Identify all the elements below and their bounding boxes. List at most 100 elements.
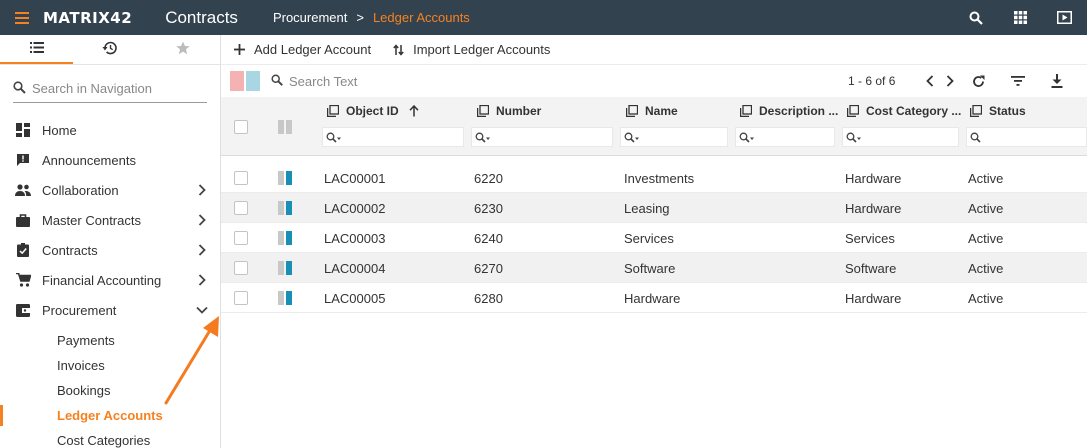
color-filter-red[interactable]: [230, 71, 244, 91]
row-checkbox[interactable]: [234, 231, 248, 245]
cell-name: Services: [624, 231, 674, 246]
chevron-right-icon[interactable]: [195, 243, 209, 257]
cell-object-id: LAC00005: [324, 291, 386, 306]
row-checkbox[interactable]: [234, 201, 248, 215]
row-checkbox[interactable]: [234, 171, 248, 185]
dashboard-icon: [15, 122, 31, 138]
chevron-right-icon[interactable]: [195, 273, 209, 287]
cell-name: Software: [624, 261, 676, 276]
sidebar-subitem-ledger-accounts[interactable]: Ledger Accounts: [0, 403, 220, 428]
list-icon: [29, 41, 44, 56]
filter-object-id[interactable]: [322, 127, 464, 147]
row-checkbox[interactable]: [234, 261, 248, 275]
chevron-down-icon[interactable]: [195, 303, 209, 317]
column-header-status[interactable]: Status: [970, 104, 1026, 118]
briefcase-icon: [15, 212, 31, 228]
table-row[interactable]: LAC00003 6240 Services Services Active: [221, 223, 1087, 253]
pager-text: 1 - 6 of 6: [848, 74, 896, 88]
table-body: LAC00001 6220 Investments Hardware Activ…: [221, 163, 1087, 313]
cell-number: 6240: [474, 231, 503, 246]
column-label: Description ...: [759, 104, 839, 118]
column-label: Number: [496, 104, 542, 118]
row-status-indicator: [278, 201, 292, 215]
column-header-description[interactable]: Description ...: [740, 104, 838, 118]
sidebar-item-label: Financial Accounting: [42, 272, 162, 288]
sidebar-item-label: Procurement: [42, 302, 117, 318]
filter-cost-category[interactable]: [842, 127, 959, 147]
filter-search-icon: [326, 132, 341, 143]
apps-grid-icon[interactable]: [998, 0, 1043, 35]
sidebar-item-announcements[interactable]: Announcements: [0, 145, 220, 175]
grid-search: [271, 73, 489, 89]
table-row[interactable]: LAC00005 6280 Hardware Hardware Active: [221, 283, 1087, 313]
column-header-number[interactable]: Number: [477, 104, 541, 118]
sidebar-item-contracts[interactable]: Contracts: [0, 235, 220, 265]
cell-object-id: LAC00001: [324, 171, 386, 186]
sidebar-item-home[interactable]: Home: [0, 115, 220, 145]
sort-ascending-icon[interactable]: [409, 105, 419, 117]
tab-favorites[interactable]: [146, 35, 219, 64]
table-header: Object ID Number Name Description ... Co…: [221, 97, 1087, 156]
breadcrumb-parent[interactable]: Procurement: [273, 10, 347, 25]
cell-name: Leasing: [624, 201, 670, 216]
sidebar-item-collaboration[interactable]: Collaboration: [0, 175, 220, 205]
app-title: Contracts: [165, 7, 238, 27]
table-row[interactable]: LAC00001 6220 Investments Hardware Activ…: [221, 163, 1087, 193]
cart-icon: [15, 272, 31, 288]
download-icon[interactable]: [1049, 73, 1065, 89]
import-ledger-accounts-button[interactable]: Import Ledger Accounts: [393, 42, 550, 57]
cell-cost-category: Software: [845, 261, 897, 276]
filter-status[interactable]: [966, 127, 1087, 147]
search-icon: [271, 73, 283, 89]
filter-description[interactable]: [735, 127, 835, 147]
navigation-search: [13, 75, 207, 103]
chevron-left-icon[interactable]: [922, 73, 938, 89]
breadcrumb-current: Ledger Accounts: [372, 10, 470, 25]
cell-status: Active: [968, 291, 1004, 306]
table-row[interactable]: LAC00002 6230 Leasing Hardware Active: [221, 193, 1087, 223]
refresh-icon[interactable]: [970, 73, 986, 89]
column-label: Cost Category ...: [866, 104, 962, 118]
cell-status: Active: [968, 171, 1004, 186]
filter-search-icon: [739, 132, 754, 143]
sidebar-item-master-contracts[interactable]: Master Contracts: [0, 205, 220, 235]
chevron-right-icon[interactable]: [942, 73, 958, 89]
sidebar-item-financial-accounting[interactable]: Financial Accounting: [0, 265, 220, 295]
column-header-cost-category[interactable]: Cost Category ...: [847, 104, 961, 118]
announcement-icon: [15, 152, 31, 168]
import-ledger-accounts-label: Import Ledger Accounts: [413, 42, 551, 57]
chevron-right-icon[interactable]: [195, 183, 209, 197]
select-all-checkbox[interactable]: [234, 120, 248, 134]
grid-search-input[interactable]: [289, 73, 489, 89]
sidebar-item-label: Contracts: [42, 242, 98, 258]
history-icon: [102, 41, 117, 58]
menu-icon[interactable]: [15, 11, 29, 24]
cell-object-id: LAC00003: [324, 231, 386, 246]
column-header-object-id[interactable]: Object ID: [327, 104, 419, 118]
filter-number[interactable]: [471, 127, 613, 147]
cell-cost-category: Hardware: [845, 291, 902, 306]
sidebar-subitem-cost-categories[interactable]: Cost Categories: [0, 428, 220, 448]
tab-navigation[interactable]: [0, 35, 73, 64]
app-logo[interactable]: MATRIX42: [43, 9, 132, 27]
navigation-search-input[interactable]: [32, 81, 202, 96]
sidebar-subitem-invoices[interactable]: Invoices: [0, 353, 220, 378]
row-checkbox[interactable]: [234, 291, 248, 305]
sidebar-item-procurement[interactable]: Procurement: [0, 295, 220, 325]
tab-history[interactable]: [73, 35, 146, 64]
sidebar-tabs: [0, 35, 220, 65]
table-row[interactable]: LAC00004 6270 Software Software Active: [221, 253, 1087, 283]
play-icon[interactable]: [1043, 0, 1085, 35]
column-header-name[interactable]: Name: [626, 104, 678, 118]
add-ledger-account-button[interactable]: Add Ledger Account: [234, 42, 371, 57]
cell-status: Active: [968, 201, 1004, 216]
star-icon: [175, 41, 190, 58]
chevron-right-icon[interactable]: [195, 213, 209, 227]
sidebar-subitem-bookings[interactable]: Bookings: [0, 378, 220, 403]
color-filter-blue[interactable]: [246, 71, 260, 91]
sidebar-subitem-payments[interactable]: Payments: [0, 328, 220, 353]
filter-name[interactable]: [620, 127, 728, 147]
column-copy-icon: [847, 105, 859, 117]
search-icon[interactable]: [954, 0, 998, 35]
filter-icon[interactable]: [1010, 73, 1026, 89]
